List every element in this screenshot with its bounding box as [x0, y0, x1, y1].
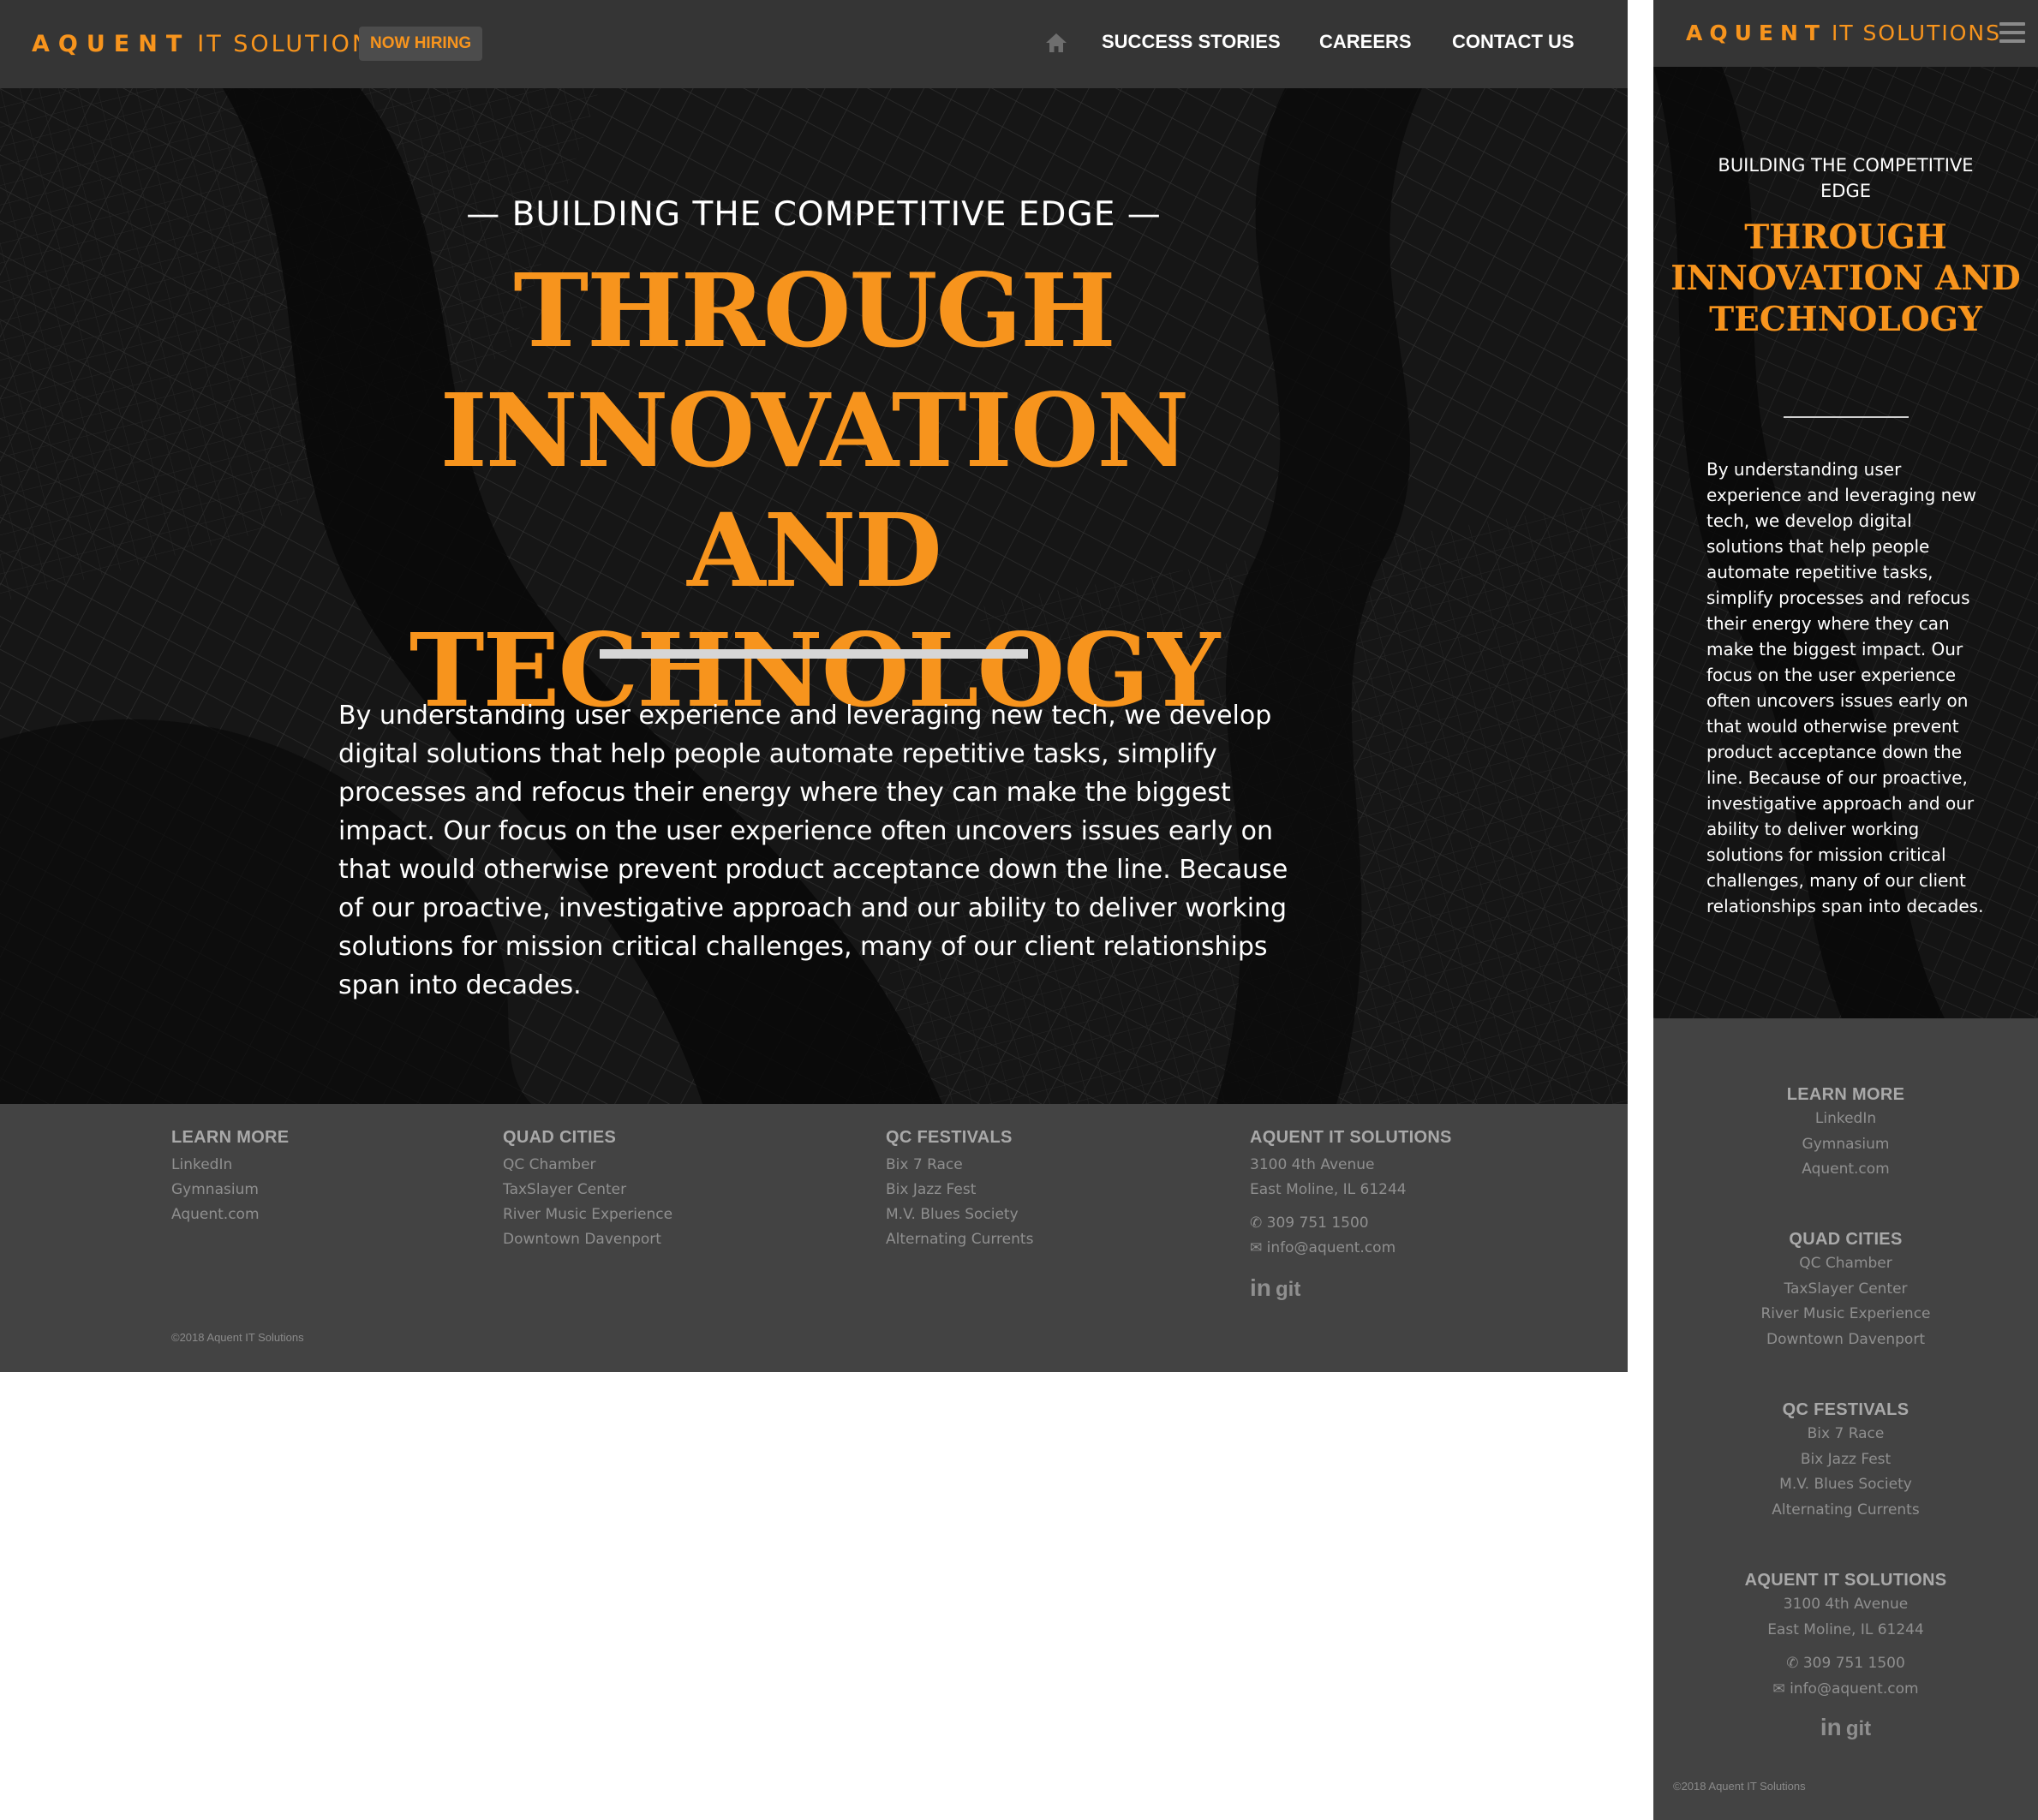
hero-section: — BUILDING THE COMPETITIVE EDGE — THROUG… — [0, 88, 1628, 1104]
footer-link-bix7[interactable]: Bix 7 Race — [886, 1153, 1033, 1178]
footer-link-qc-chamber[interactable]: QC Chamber — [1653, 1251, 2038, 1277]
footer-quad-cities: QUAD CITIES QC Chamber TaxSlayer Center … — [1653, 1230, 2038, 1352]
footer-link-bix-jazz[interactable]: Bix Jazz Fest — [1653, 1447, 2038, 1473]
footer-link-qc-chamber[interactable]: QC Chamber — [503, 1153, 672, 1178]
site-footer: LEARN MORE LinkedIn Gymnasium Aquent.com… — [0, 1104, 1628, 1372]
social-links: in git — [1250, 1274, 1452, 1302]
mobile-hero-section: BUILDING THE COMPETITIVE EDGE THROUGH IN… — [1653, 67, 2038, 1018]
phone-line[interactable]: ✆ 309 751 1500 — [1250, 1211, 1452, 1236]
mail-icon: ✉ — [1250, 1239, 1263, 1256]
address-line-1: 3100 4th Avenue — [1783, 1596, 1909, 1613]
address-line-1: 3100 4th Avenue — [1250, 1156, 1375, 1173]
footer-heading: AQUENT IT SOLUTIONS — [1744, 1571, 1947, 1590]
footer-heading: QC FESTIVALS — [1782, 1400, 1910, 1419]
hero-body: By understanding user experience and lev… — [338, 701, 1288, 1000]
address-line-2: East Moline, IL 61244 — [1250, 1181, 1407, 1198]
footer-link-blues-society[interactable]: M.V. Blues Society — [1653, 1472, 2038, 1498]
footer-link-aquent[interactable]: Aquent.com — [1653, 1157, 2038, 1183]
footer-link-river-music[interactable]: River Music Experience — [503, 1202, 672, 1227]
hero-eyebrow: BUILDING THE COMPETITIVE EDGE — [1718, 155, 1974, 201]
now-hiring-button[interactable]: NOW HIRING — [359, 27, 483, 61]
email-address: info@aquent.com — [1266, 1239, 1396, 1256]
footer-quad-cities: QUAD CITIES QC Chamber TaxSlayer Center … — [503, 1128, 672, 1252]
phone-line[interactable]: ✆ 309 751 1500 — [1653, 1651, 2038, 1677]
nav-success-stories[interactable]: SUCCESS STORIES — [1102, 31, 1281, 53]
footer-company: AQUENT IT SOLUTIONS 3100 4th Avenue East… — [1250, 1128, 1452, 1302]
footer-heading: LEARN MORE — [1786, 1085, 1905, 1104]
footer-link-bix-jazz[interactable]: Bix Jazz Fest — [886, 1178, 1033, 1202]
copyright: ©2018 Aquent IT Solutions — [171, 1331, 304, 1344]
hero-divider — [1784, 416, 1909, 418]
footer-link-gymnasium[interactable]: Gymnasium — [1653, 1132, 2038, 1158]
site-logo[interactable]: AQUENT IT SOLUTIONS — [1686, 21, 2001, 45]
linkedin-icon[interactable]: in — [1820, 1714, 1842, 1740]
hero-eyebrow: — BUILDING THE COMPETITIVE EDGE — — [466, 195, 1162, 234]
footer-link-gymnasium[interactable]: Gymnasium — [171, 1178, 289, 1202]
github-icon[interactable]: git — [1276, 1278, 1300, 1301]
footer-link-river-music[interactable]: River Music Experience — [1653, 1302, 2038, 1328]
footer-link-bix7[interactable]: Bix 7 Race — [1653, 1422, 2038, 1447]
phone-number: 309 751 1500 — [1266, 1214, 1369, 1232]
footer-link-downtown-davenport[interactable]: Downtown Davenport — [1653, 1328, 2038, 1353]
footer-company: AQUENT IT SOLUTIONS 3100 4th Avenue East… — [1653, 1571, 2038, 1741]
nav-careers[interactable]: CAREERS — [1319, 31, 1412, 53]
footer-link-downtown-davenport[interactable]: Downtown Davenport — [503, 1227, 672, 1252]
hero-title: THROUGH INNOVATION AND TECHNOLOGY — [1670, 218, 2021, 339]
site-logo[interactable]: AQUENT IT SOLUTIONS — [32, 31, 389, 57]
hero-title: THROUGH INNOVATION AND TECHNOLOGY — [409, 251, 1221, 730]
footer-link-taxslayer[interactable]: TaxSlayer Center — [503, 1178, 672, 1202]
address-line-2: East Moline, IL 61244 — [1767, 1620, 1924, 1638]
footer-qc-festivals: QC FESTIVALS Bix 7 Race Bix Jazz Fest M.… — [1653, 1400, 2038, 1523]
mobile-view: AQUENT IT SOLUTIONS BUILDING THE COMPETIT… — [1653, 0, 2038, 1820]
phone-number: 309 751 1500 — [1802, 1655, 1905, 1672]
github-icon[interactable]: git — [1846, 1717, 1871, 1740]
footer-learn-more: LEARN MORE LinkedIn Gymnasium Aquent.com — [1653, 1085, 2038, 1183]
footer-learn-more: LEARN MORE LinkedIn Gymnasium Aquent.com — [171, 1128, 289, 1227]
social-links: in git — [1653, 1714, 2038, 1741]
footer-heading: QUAD CITIES — [1789, 1230, 1903, 1249]
email-line[interactable]: ✉ info@aquent.com — [1653, 1677, 2038, 1703]
footer-link-alternating-currents[interactable]: Alternating Currents — [886, 1227, 1033, 1252]
footer-link-taxslayer[interactable]: TaxSlayer Center — [1653, 1277, 2038, 1303]
email-line[interactable]: ✉ info@aquent.com — [1250, 1236, 1452, 1261]
mobile-header: AQUENT IT SOLUTIONS — [1653, 0, 2038, 67]
linkedin-icon[interactable]: in — [1250, 1274, 1271, 1301]
footer-link-linkedin[interactable]: LinkedIn — [1653, 1107, 2038, 1132]
footer-heading: LEARN MORE — [171, 1128, 290, 1147]
footer-heading: QC FESTIVALS — [886, 1128, 1013, 1147]
home-icon[interactable] — [1045, 33, 1067, 53]
hero-body: By understanding user experience and lev… — [1706, 459, 1984, 916]
desktop-view: AQUENT IT SOLUTIONS NOW HIRING SUCCESS ST… — [0, 0, 1628, 1372]
footer-link-alternating-currents[interactable]: Alternating Currents — [1653, 1498, 2038, 1524]
footer-link-aquent[interactable]: Aquent.com — [171, 1202, 289, 1227]
footer-qc-festivals: QC FESTIVALS Bix 7 Race Bix Jazz Fest M.… — [886, 1128, 1033, 1252]
mobile-footer: LEARN MORE LinkedIn Gymnasium Aquent.com… — [1653, 1018, 2038, 1820]
footer-heading: QUAD CITIES — [503, 1128, 617, 1147]
footer-heading: AQUENT IT SOLUTIONS — [1250, 1128, 1452, 1147]
footer-link-linkedin[interactable]: LinkedIn — [171, 1153, 289, 1178]
phone-icon: ✆ — [1786, 1655, 1799, 1672]
phone-icon: ✆ — [1250, 1214, 1263, 1232]
copyright: ©2018 Aquent IT Solutions — [1673, 1780, 1806, 1793]
hamburger-menu-icon[interactable] — [1999, 22, 2025, 43]
nav-contact-us[interactable]: CONTACT US — [1452, 31, 1575, 53]
footer-link-blues-society[interactable]: M.V. Blues Society — [886, 1202, 1033, 1227]
mail-icon: ✉ — [1772, 1680, 1785, 1698]
site-header: AQUENT IT SOLUTIONS NOW HIRING SUCCESS ST… — [0, 0, 1628, 88]
hero-divider — [600, 649, 1028, 659]
email-address: info@aquent.com — [1790, 1680, 1919, 1698]
